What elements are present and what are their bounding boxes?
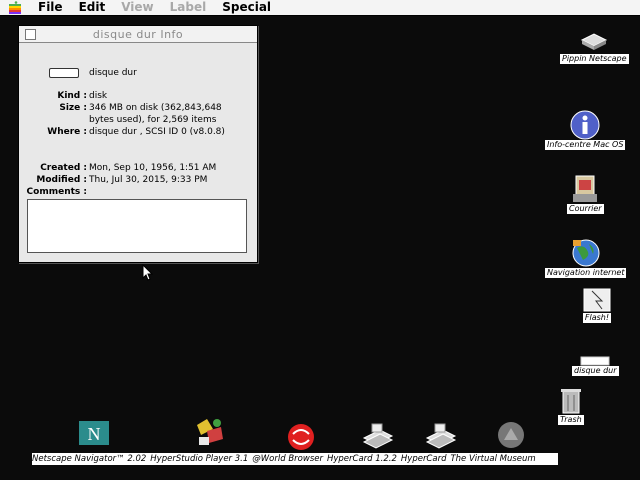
menu-bar: File Edit View Label Special xyxy=(0,0,640,16)
hard-disk-icon xyxy=(49,68,79,78)
desktop-icon-info-centre[interactable]: Info-centre Mac OS xyxy=(545,110,626,150)
dock-labels-strip: Netscape Navigator™ 2.02 HyperStudio Pla… xyxy=(32,453,558,465)
comments-field[interactable] xyxy=(27,199,247,253)
desktop-icon-label: Courrier xyxy=(567,204,604,214)
dock-label[interactable]: HyperStudio Player 3.1 xyxy=(150,453,252,465)
hypercard-stack-icon xyxy=(362,423,394,449)
dock-label[interactable]: The Virtual Museum xyxy=(450,453,539,465)
field-size: Size : 346 MB on disk (362,843,648 xyxy=(59,103,222,113)
field-comments-label: Comments : xyxy=(26,187,87,197)
flash-icon xyxy=(583,288,611,312)
desktop-icon-courrier[interactable]: Courrier xyxy=(567,174,604,214)
desktop-icon-label: Flash! xyxy=(582,313,612,323)
info-window[interactable]: disque dur Info disque dur Kind : disk S… xyxy=(18,25,258,263)
hyperstudio-app[interactable] xyxy=(193,417,227,449)
mouse-cursor-icon xyxy=(142,264,154,281)
info-window-title: disque dur Info xyxy=(92,27,184,41)
apple-menu-icon[interactable] xyxy=(0,0,30,15)
desktop-icon-label: Pippin Netscape xyxy=(560,54,629,64)
world-browser-app[interactable] xyxy=(286,422,316,452)
desktop-icon-label: disque dur xyxy=(572,366,619,376)
disk-name: disque dur xyxy=(89,68,137,78)
menu-edit[interactable]: Edit xyxy=(71,0,114,15)
desktop-icon-label: Trash xyxy=(558,415,584,425)
virtual-museum-icon xyxy=(498,422,524,448)
netscape-navigator-app[interactable]: N xyxy=(78,420,110,446)
mail-icon xyxy=(573,175,598,202)
menu-special[interactable]: Special xyxy=(214,0,279,15)
desktop-icon-navigation-internet[interactable]: Navigation internet xyxy=(545,238,627,278)
disk-header: disque dur xyxy=(49,68,137,78)
desktop-icon-label: Navigation internet xyxy=(545,268,627,278)
hypercard-122-app[interactable] xyxy=(362,422,394,450)
dock-label[interactable]: @World Browser xyxy=(252,453,327,465)
virtual-museum-app[interactable] xyxy=(496,420,526,450)
menu-label[interactable]: Label xyxy=(162,0,215,15)
field-where: Where : disque dur , SCSI ID 0 (v8.0.8) xyxy=(47,127,225,137)
desktop-icon-label: Info-centre Mac OS xyxy=(545,140,626,150)
info-fields: Kind : disk Size : 346 MB on disk (362,8… xyxy=(19,90,255,198)
hypercard-stack-icon xyxy=(425,423,457,449)
dock-label[interactable]: Netscape Navigator™ 2.02 xyxy=(32,453,150,465)
dock-label[interactable]: HyperCard xyxy=(401,453,451,465)
hypercard-app[interactable] xyxy=(425,422,457,450)
desktop-icon-disque-dur[interactable]: disque dur xyxy=(572,356,619,376)
desktop-icon-pippin-netscape[interactable]: Pippin Netscape xyxy=(560,30,629,64)
trash-icon xyxy=(560,389,581,414)
at-world-icon xyxy=(288,424,314,450)
field-created: Created : Mon, Sep 10, 1956, 1:51 AM xyxy=(40,163,217,173)
menu-view[interactable]: View xyxy=(113,0,161,15)
globe-icon xyxy=(572,239,600,267)
desktop-icon-flash[interactable]: Flash! xyxy=(582,287,612,323)
svg-text:N: N xyxy=(88,424,101,444)
netscape-n-icon: N xyxy=(79,421,109,445)
field-size-cont: bytes used), for 2,569 items xyxy=(89,115,217,125)
hard-disk-icon xyxy=(580,356,610,366)
info-icon xyxy=(570,110,600,140)
menu-file[interactable]: File xyxy=(30,0,71,15)
dock-label[interactable]: HyperCard 1.2.2 xyxy=(327,453,401,465)
field-kind: Kind : disk xyxy=(57,91,108,101)
close-box-icon[interactable] xyxy=(25,29,36,40)
drive-icon xyxy=(581,33,608,50)
desktop-icon-trash[interactable]: Trash xyxy=(558,387,584,425)
info-window-titlebar[interactable]: disque dur Info xyxy=(19,26,257,43)
field-modified: Modified : Thu, Jul 30, 2015, 9:33 PM xyxy=(36,175,208,185)
hyperstudio-icon xyxy=(197,419,223,445)
